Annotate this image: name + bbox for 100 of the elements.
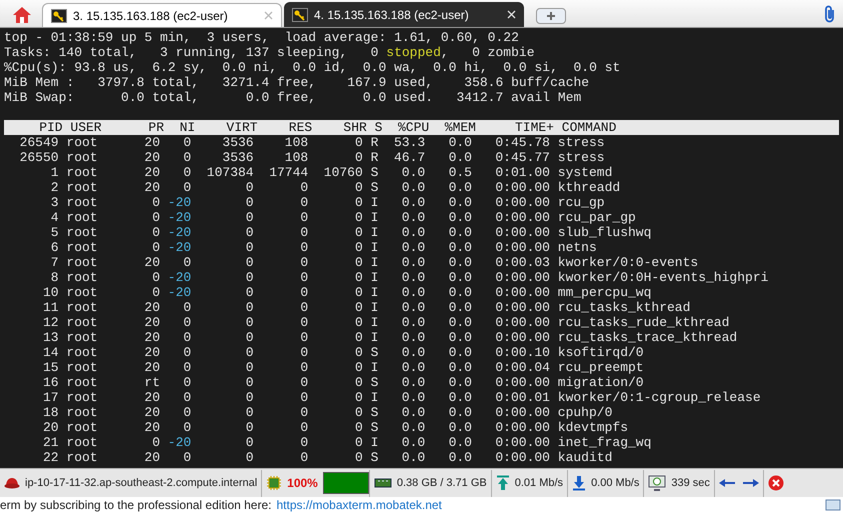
table-cell-text: 5 [50,225,59,240]
tab[interactable]: 4. 15.135.163.188 (ec2-user) [284,2,524,27]
table-cell-text: 0 [354,255,363,270]
table-cell-text: 20 [143,360,160,375]
table-cell-text: rcu_preempt [556,360,644,375]
table-cell-text: 0:00.00 [494,180,550,195]
table-cell-text: 20 [143,330,160,345]
terminal-line: MiB Swap: 0.0 total, 0.0 free, 0.0 used. 3412.7 avail Mem [3,90,582,105]
table-cell-text: 0 [244,240,254,255]
table-cell-text: 0 [182,330,192,345]
monitor-clock-icon [648,475,666,491]
table-cell-text: S [370,375,378,390]
close-icon[interactable] [507,10,516,19]
table-cell-text: 22 [42,450,59,465]
column-header: USER [69,120,103,135]
table-cell-text: 0.0 [448,285,472,300]
table-cell-text: 0 [182,135,192,150]
table-cell-text: kdevtmpfs [556,420,628,435]
table-cell-text: 0.0 [448,450,472,465]
table-cell-text: 2 [50,180,59,195]
table-cell-text: 3536 [221,135,254,150]
table-cell-text: 0 [354,240,363,255]
table-cell-text: root [65,255,99,270]
table-cell-text: -20 [166,225,192,240]
tab[interactable]: 3. 15.135.163.188 (ec2-user) [42,3,282,27]
table-cell-text: S [370,345,378,360]
table-cell-text: 0 [354,150,363,165]
table-cell-text: 20 [143,135,160,150]
download-speed-text: 0.00 Mb/s [591,476,640,491]
hostname-text: ip-10-17-11-32.ap-southeast-2.compute.internal [25,476,258,491]
table-cell-text: 0:00.03 [494,255,550,270]
table-cell-text: 17744 [268,165,308,180]
home-icon [12,6,32,24]
table-cell-text: 0 [244,225,254,240]
table-cell-text: 0 [354,210,363,225]
table-cell-text: 0.0 [400,420,426,435]
table-cell-text: 0 [182,315,192,330]
table-cell-text: I [370,435,378,450]
table-cell-text: I [370,300,378,315]
table-cell-text: 0.0 [448,330,472,345]
table-cell-text: 0 [244,195,254,210]
table-cell-text: 0.0 [400,375,426,390]
table-cell-text: 0 [354,300,363,315]
table-cell-text: 0 [354,315,363,330]
table-cell-text: 0 [151,195,160,210]
table-cell-text: 0:00.00 [494,450,550,465]
table-cell-text: 0 [299,180,308,195]
terminal-line: top - 01:38:59 up 5 min, 3 users, load average: 1.61, 0.60, 0.22 [3,30,520,45]
table-cell-text: 0 [182,150,192,165]
table-cell-text: 0 [354,135,363,150]
table-cell-text: 0 [354,405,363,420]
table-cell-text: root [65,375,99,390]
table-cell-text: 0 [354,360,363,375]
table-cell-text: 0 [244,345,254,360]
table-cell-text: 0 [182,405,192,420]
table-cell-text: 0.0 [400,360,426,375]
table-cell-text: 0:00.00 [494,270,550,285]
table-cell-text: 3536 [221,150,254,165]
table-cell-text: 0.0 [448,300,472,315]
table-cell-text: migration/0 [556,375,644,390]
table-cell-text: 0.0 [448,150,472,165]
paperclip-icon[interactable] [823,5,837,23]
table-cell-text: 0 [299,270,308,285]
table-cell-text: kworker/0:0H-events_highpri [556,270,768,285]
column-header: TIME+ [514,120,554,135]
table-cell-text: 0 [151,270,160,285]
table-cell-text: 0:00.00 [494,435,550,450]
table-cell-text: 0:00.01 [494,390,550,405]
table-cell-text: 15 [42,360,59,375]
table-cell-text: 0 [244,180,254,195]
table-cell-text: I [370,195,378,210]
table-cell-text: 20 [143,150,160,165]
website-link[interactable]: https://mobaxterm.mobatek.net [276,496,442,513]
table-cell-text: root [65,405,99,420]
table-cell-text: rcu_tasks_kthread [556,300,690,315]
table-cell-text: 0.0 [400,450,426,465]
table-cell-text: 0.0 [400,270,426,285]
footer-text: erm by subscribing to the professional edition here: [0,497,272,513]
table-cell-text: 0.0 [448,375,472,390]
table-cell-text: 0 [244,405,254,420]
table-cell-text: kworker/0:1-cgroup_release [556,390,761,405]
table-cell-text: root [65,345,99,360]
table-cell-text: 0:00.04 [494,360,550,375]
plus-icon [546,11,556,21]
table-cell-text: 0 [354,420,363,435]
table-cell-text: 1 [50,165,59,180]
table-cell-text: root [65,435,99,450]
table-cell-text: I [370,315,378,330]
right-arrow-icon [742,478,760,488]
table-cell-text: 0 [182,255,192,270]
table-cell-text: inet_frag_wq [556,435,652,450]
table-cell-text: 0.0 [448,195,472,210]
table-cell-text: 0 [354,330,363,345]
upload-icon [496,475,510,491]
table-cell-text: 0 [299,420,308,435]
table-cell-text: 0 [354,435,363,450]
new-tab-button[interactable] [536,8,566,24]
table-cell-text: 0 [151,285,160,300]
table-cell-text: cpuhp/0 [556,405,612,420]
table-cell-text: I [370,240,378,255]
